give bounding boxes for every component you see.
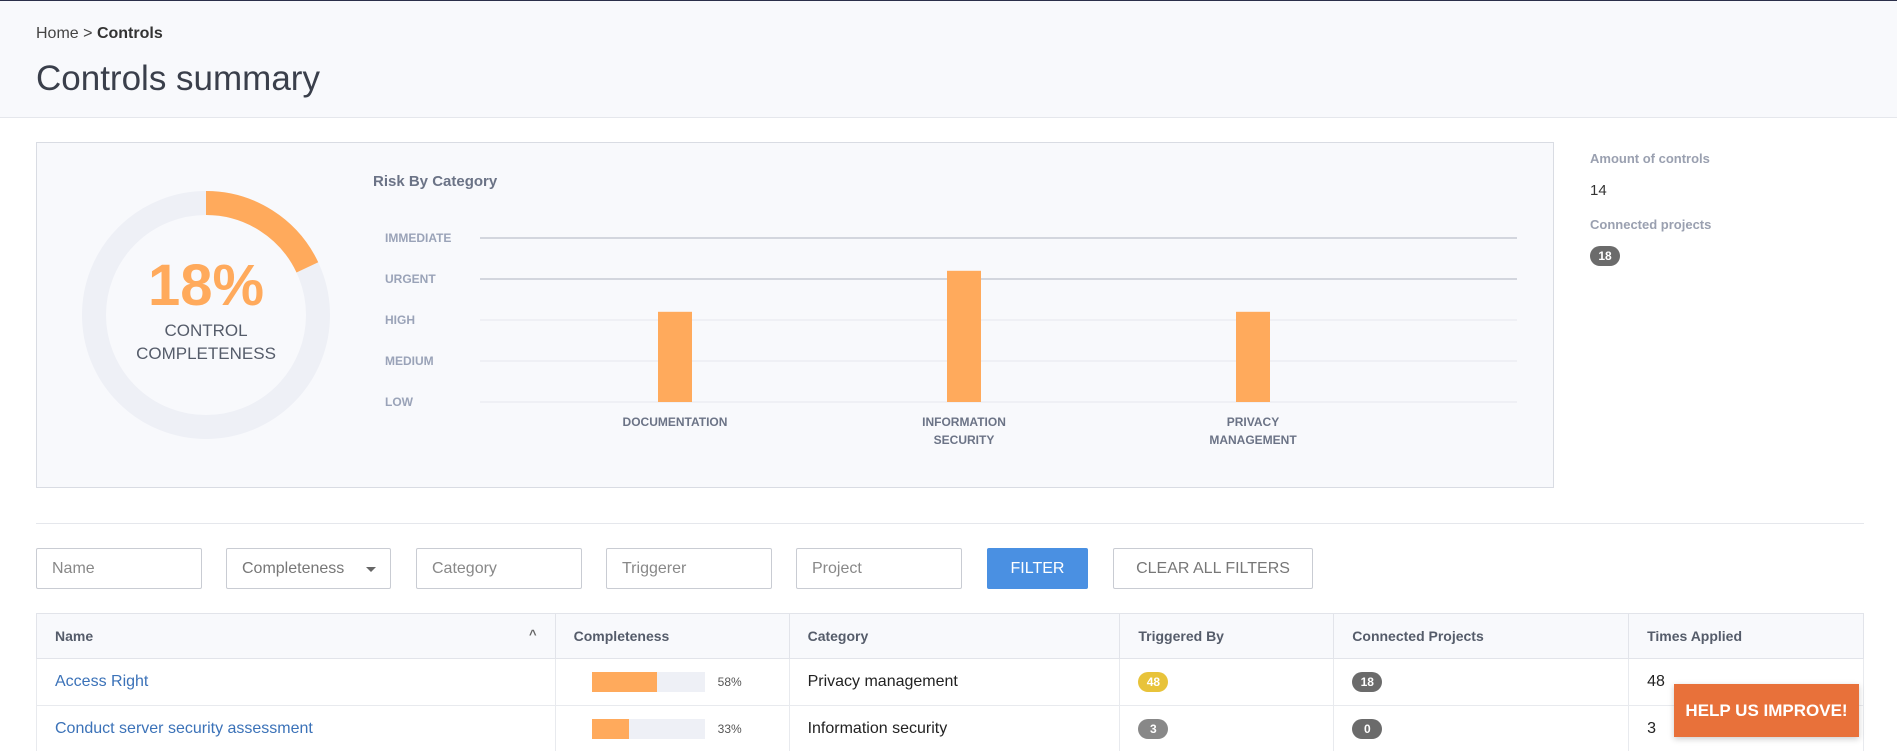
category-filter-input[interactable] bbox=[416, 548, 582, 589]
completeness-progress-bar bbox=[591, 672, 705, 692]
breadcrumb-home[interactable]: Home bbox=[36, 25, 79, 42]
column-header-category[interactable]: Category bbox=[788, 613, 1121, 659]
amount-of-controls-value: 14 bbox=[1590, 182, 1607, 199]
bar bbox=[658, 311, 692, 402]
triggered-by-cell: 48 bbox=[1119, 658, 1335, 706]
completeness-filter-label: Completeness bbox=[242, 560, 345, 577]
column-header-triggered-by[interactable]: Triggered By bbox=[1119, 613, 1335, 659]
section-divider bbox=[36, 523, 1864, 524]
name-cell: Conduct server security assessment bbox=[36, 705, 556, 751]
completeness-progress-bar bbox=[591, 719, 705, 739]
bar bbox=[947, 270, 981, 402]
breadcrumb: Home > Controls bbox=[36, 25, 163, 43]
y-tick-label: MEDIUM bbox=[385, 354, 434, 368]
category-cell: Information security bbox=[788, 705, 1121, 751]
y-tick-label: LOW bbox=[385, 395, 414, 409]
summary-card: 18% CONTROL COMPLETENESS Risk By Categor… bbox=[36, 142, 1554, 488]
table-row: Access Right 58% Privacy management 48 1… bbox=[36, 658, 1864, 706]
control-name-link[interactable]: Conduct server security assessment bbox=[55, 720, 313, 737]
x-tick-label: PRIVACY bbox=[1227, 415, 1279, 429]
completeness-percent-text: 33% bbox=[717, 722, 742, 736]
triggered-by-cell: 3 bbox=[1119, 705, 1335, 751]
column-header-name-label: Name bbox=[55, 628, 94, 644]
completeness-cell: 58% bbox=[554, 658, 790, 706]
bar bbox=[1236, 311, 1270, 402]
column-header-name[interactable]: Name ^ bbox=[36, 613, 556, 659]
triggerer-filter-input[interactable] bbox=[606, 548, 772, 589]
y-tick-label: URGENT bbox=[385, 272, 436, 286]
sort-ascending-icon[interactable]: ^ bbox=[529, 627, 537, 642]
x-tick-label: MANAGEMENT bbox=[1209, 433, 1297, 447]
column-header-completeness[interactable]: Completeness bbox=[554, 613, 790, 659]
connected-projects-badge: 0 bbox=[1352, 719, 1383, 739]
completeness-percent-text: 58% bbox=[717, 675, 742, 689]
y-tick-label: IMMEDIATE bbox=[385, 231, 451, 245]
breadcrumb-separator: > bbox=[83, 25, 93, 42]
triggered-by-badge: 3 bbox=[1138, 719, 1169, 739]
connected-projects-label: Connected projects bbox=[1590, 217, 1712, 232]
column-header-times-applied[interactable]: Times Applied bbox=[1628, 613, 1864, 659]
breadcrumb-current: Controls bbox=[96, 25, 163, 42]
filter-button[interactable]: FILTER bbox=[987, 548, 1088, 589]
y-tick-label: HIGH bbox=[385, 313, 415, 327]
x-tick-label: DOCUMENTATION bbox=[623, 415, 728, 429]
triggered-by-badge: 48 bbox=[1138, 672, 1169, 692]
connected-projects-cell: 18 bbox=[1333, 658, 1630, 706]
clear-all-filters-button[interactable]: CLEAR ALL FILTERS bbox=[1113, 548, 1313, 589]
help-us-improve-button[interactable]: HELP US IMPROVE! bbox=[1674, 684, 1859, 737]
amount-of-controls-label: Amount of controls bbox=[1590, 151, 1710, 166]
risk-by-category-chart: LOW MEDIUM HIGH URGENT IMMEDIATE DOCUMENTATIO… bbox=[385, 231, 1517, 447]
table-row: Conduct server security assessment 33% I… bbox=[36, 705, 1864, 751]
x-tick-label: INFORMATION bbox=[922, 415, 1006, 429]
side-stats: Amount of controls 14 Connected projects… bbox=[1590, 151, 1870, 266]
column-header-connected-projects[interactable]: Connected Projects bbox=[1333, 613, 1630, 659]
category-cell: Privacy management bbox=[788, 658, 1121, 706]
connected-projects-badge: 18 bbox=[1590, 246, 1620, 266]
project-filter-input[interactable] bbox=[796, 548, 962, 589]
chevron-down-icon bbox=[366, 567, 376, 572]
x-tick-label: SECURITY bbox=[934, 433, 995, 447]
controls-table: Name ^ Completeness Category Triggered B… bbox=[36, 613, 1864, 751]
completeness-cell: 33% bbox=[554, 705, 790, 751]
connected-projects-cell: 0 bbox=[1333, 705, 1630, 751]
control-name-link[interactable]: Access Right bbox=[55, 673, 148, 690]
page-header: Home > Controls Controls summary bbox=[0, 1, 1897, 118]
completeness-progress-fill bbox=[591, 672, 658, 692]
table-header-row: Name ^ Completeness Category Triggered B… bbox=[36, 613, 1864, 659]
name-cell: Access Right bbox=[36, 658, 556, 706]
page-title: Controls summary bbox=[36, 59, 320, 98]
completeness-filter-select[interactable]: Completeness bbox=[226, 548, 391, 589]
completeness-progress-fill bbox=[591, 719, 629, 739]
name-filter-input[interactable] bbox=[36, 548, 202, 589]
connected-projects-badge: 18 bbox=[1352, 672, 1383, 692]
